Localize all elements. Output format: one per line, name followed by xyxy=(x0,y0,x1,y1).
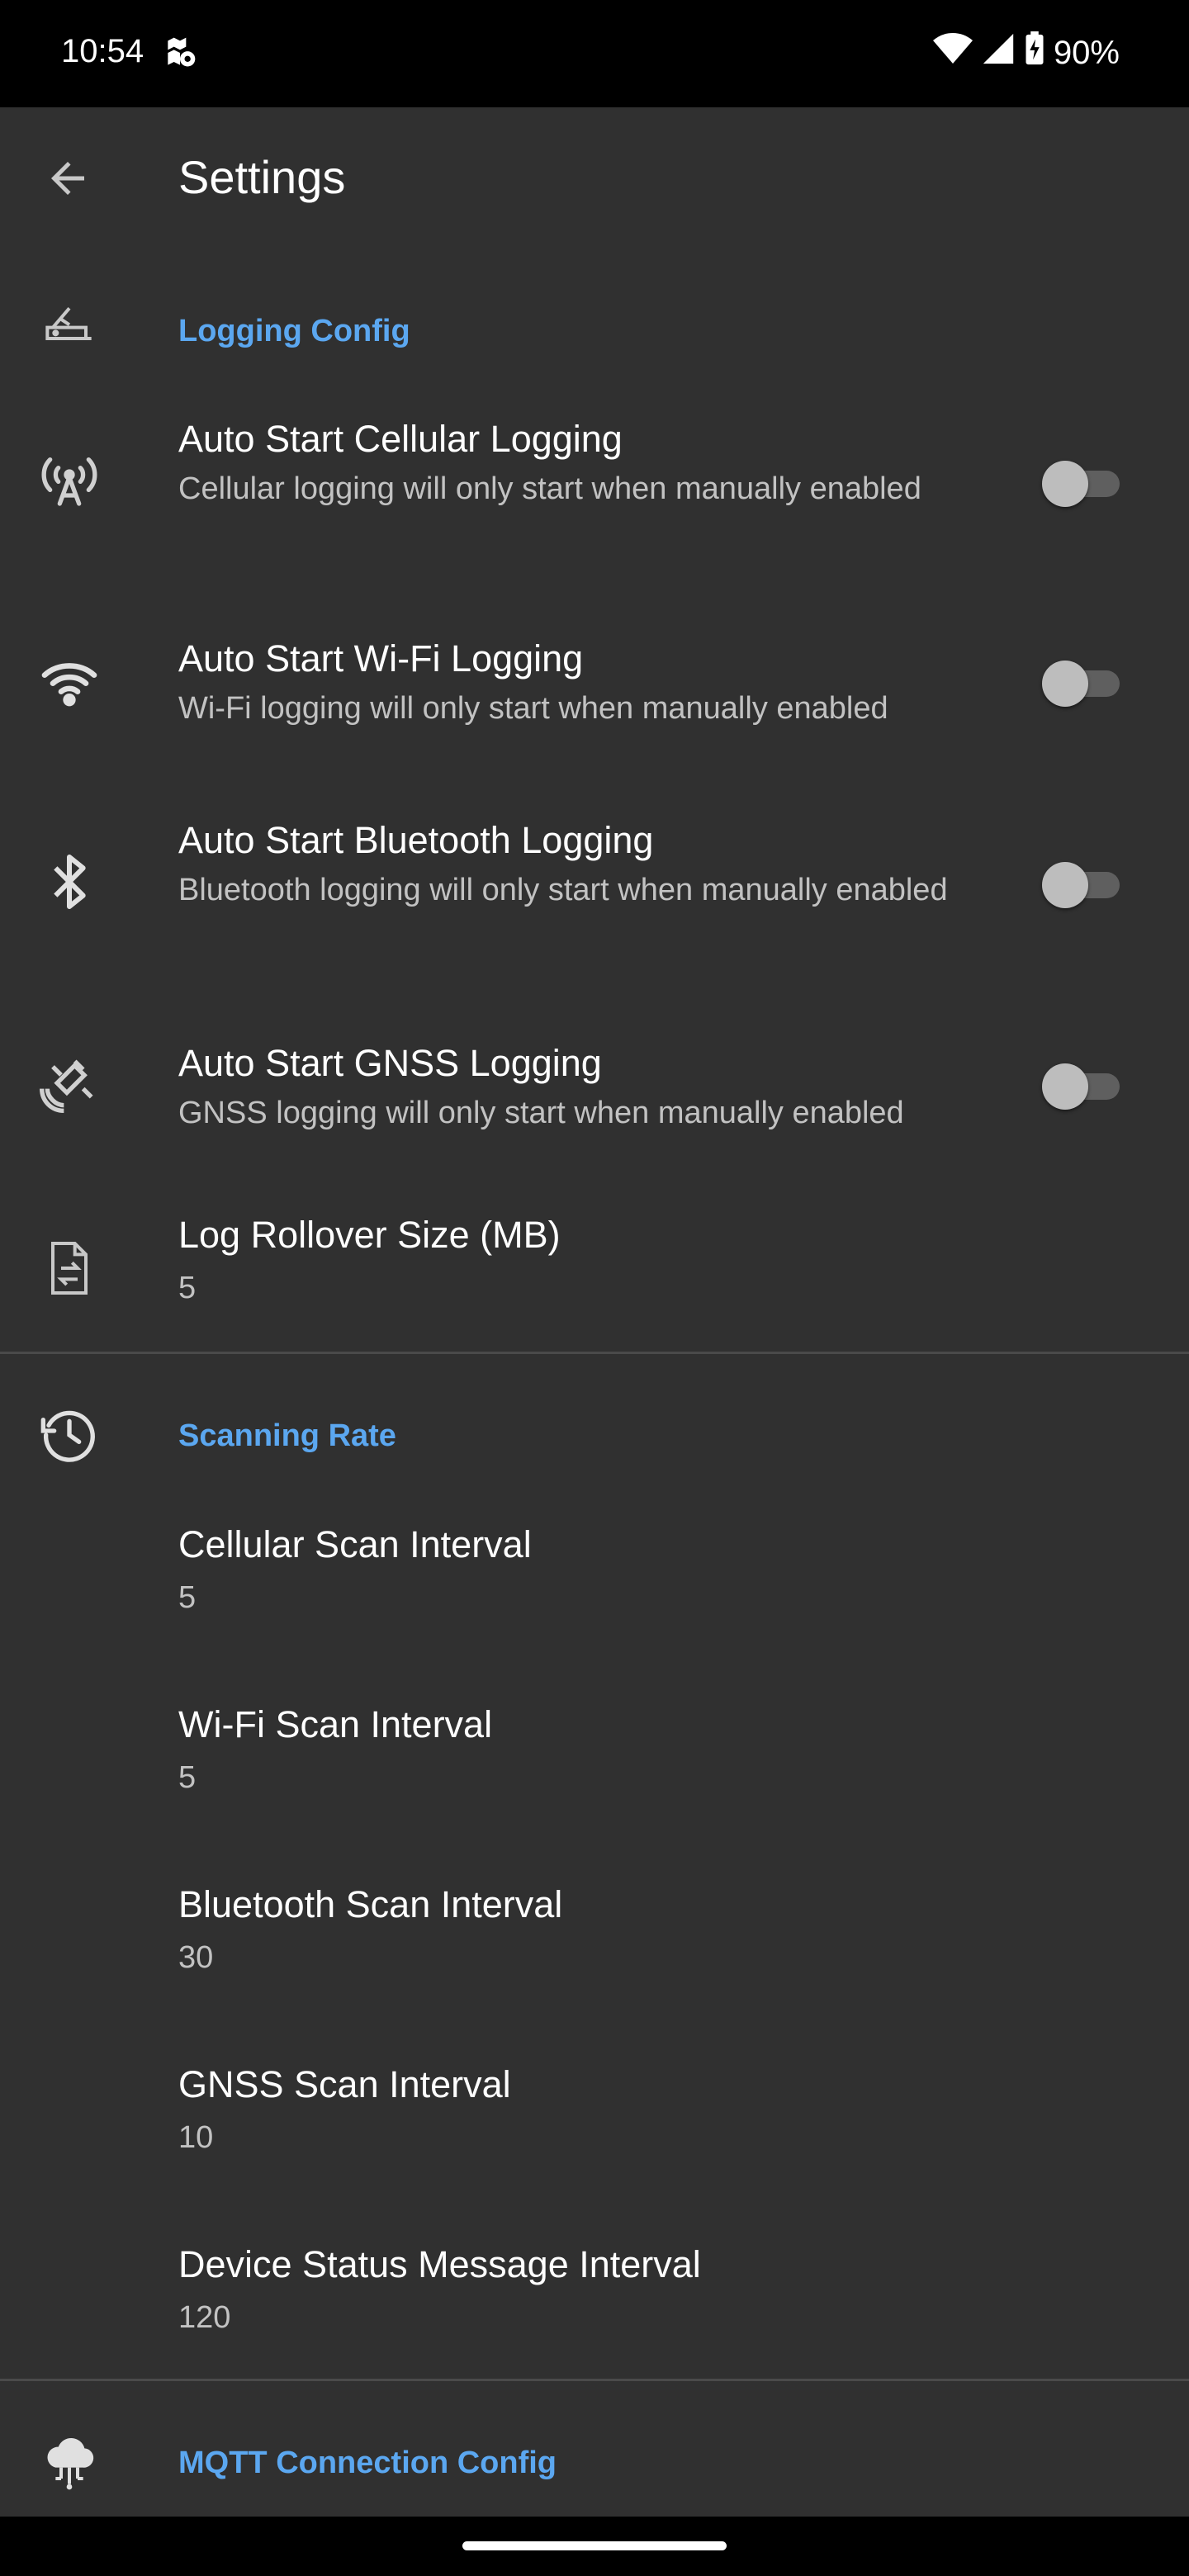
page-title: Settings xyxy=(178,151,346,203)
pref-auto-start-gnss[interactable]: Auto Start GNSS Logging GNSS logging wil… xyxy=(0,1032,1189,1139)
section-divider xyxy=(0,1352,1189,1354)
section-divider xyxy=(0,2379,1189,2381)
category-title: Logging Config xyxy=(178,314,410,348)
bluetooth-icon xyxy=(36,849,102,915)
pref-title: Auto Start Wi-Fi Logging xyxy=(178,637,584,680)
cell-tower-icon xyxy=(36,446,102,512)
category-mqtt-connection-config: MQTT Connection Config xyxy=(0,2429,1189,2495)
pref-auto-start-wifi[interactable]: Auto Start Wi-Fi Logging Wi-Fi logging w… xyxy=(0,627,1189,735)
wifi-icon xyxy=(36,649,102,715)
location-icon xyxy=(162,35,198,75)
arrow-back-icon[interactable] xyxy=(43,154,92,203)
pref-title: Cellular Scan Interval xyxy=(178,1523,532,1565)
pref-value: 5 xyxy=(178,1580,197,1615)
app-bar: Settings xyxy=(0,107,1189,248)
pref-gnss-scan-interval[interactable]: GNSS Scan Interval 10 xyxy=(0,2063,1189,2162)
signal-icon xyxy=(981,32,1016,73)
category-title: MQTT Connection Config xyxy=(178,2446,557,2480)
pref-cellular-scan-interval[interactable]: Cellular Scan Interval 5 xyxy=(0,1523,1189,1622)
battery-percent: 90% xyxy=(1053,34,1120,71)
toggle-switch[interactable] xyxy=(1042,659,1125,708)
home-gesture-handle[interactable] xyxy=(462,2541,727,2550)
pref-bluetooth-scan-interval[interactable]: Bluetooth Scan Interval 30 xyxy=(0,1883,1189,1982)
pref-summary: GNSS logging will only start when manual… xyxy=(178,1096,904,1130)
pref-log-rollover-size[interactable]: Log Rollover Size (MB) 5 xyxy=(0,1214,1189,1329)
pref-title: Wi-Fi Scan Interval xyxy=(178,1703,493,1745)
status-icons: 90% xyxy=(932,31,1120,74)
pref-summary: Cellular logging will only start when ma… xyxy=(178,471,921,506)
pref-value: 120 xyxy=(178,2300,231,2335)
wifi-icon xyxy=(932,32,973,73)
pref-device-status-interval[interactable]: Device Status Message Interval 120 xyxy=(0,2243,1189,2342)
status-time: 10:54 xyxy=(61,33,144,69)
toggle-switch[interactable] xyxy=(1042,459,1125,509)
pref-title: Auto Start Bluetooth Logging xyxy=(178,819,654,861)
status-bar: 10:54 90% xyxy=(0,0,1189,107)
satellite-icon xyxy=(36,1050,102,1116)
category-scanning-rate: Scanning Rate xyxy=(0,1402,1189,1468)
pref-value: 5 xyxy=(178,1271,197,1305)
file-swap-icon xyxy=(36,1235,102,1301)
pref-summary: Wi-Fi logging will only start when manua… xyxy=(178,691,888,726)
pref-title: GNSS Scan Interval xyxy=(178,2063,511,2105)
category-logging-config: Logging Config xyxy=(0,297,1189,363)
pref-title: Device Status Message Interval xyxy=(178,2243,701,2285)
cloud-network-icon xyxy=(36,2429,102,2495)
navigation-bar xyxy=(0,2517,1189,2576)
pref-summary: Bluetooth logging will only start when m… xyxy=(178,873,948,907)
pref-value: 5 xyxy=(178,1760,197,1795)
toggle-switch[interactable] xyxy=(1042,1062,1125,1111)
pref-title: Auto Start GNSS Logging xyxy=(178,1042,602,1084)
history-clock-icon xyxy=(36,1402,102,1468)
logging-icon xyxy=(36,297,102,363)
pref-wifi-scan-interval[interactable]: Wi-Fi Scan Interval 5 xyxy=(0,1703,1189,1802)
toggle-switch[interactable] xyxy=(1042,860,1125,910)
pref-value: 30 xyxy=(178,1940,214,1975)
pref-auto-start-cellular[interactable]: Auto Start Cellular Logging Cellular log… xyxy=(0,405,1189,570)
pref-title: Bluetooth Scan Interval xyxy=(178,1883,563,1925)
pref-title: Auto Start Cellular Logging xyxy=(178,418,623,460)
pref-title: Log Rollover Size (MB) xyxy=(178,1214,561,1256)
pref-auto-start-bluetooth[interactable]: Auto Start Bluetooth Logging Bluetooth l… xyxy=(0,809,1189,974)
category-title: Scanning Rate xyxy=(178,1418,396,1453)
pref-value: 10 xyxy=(178,2120,214,2155)
battery-charging-icon xyxy=(1024,31,1045,74)
